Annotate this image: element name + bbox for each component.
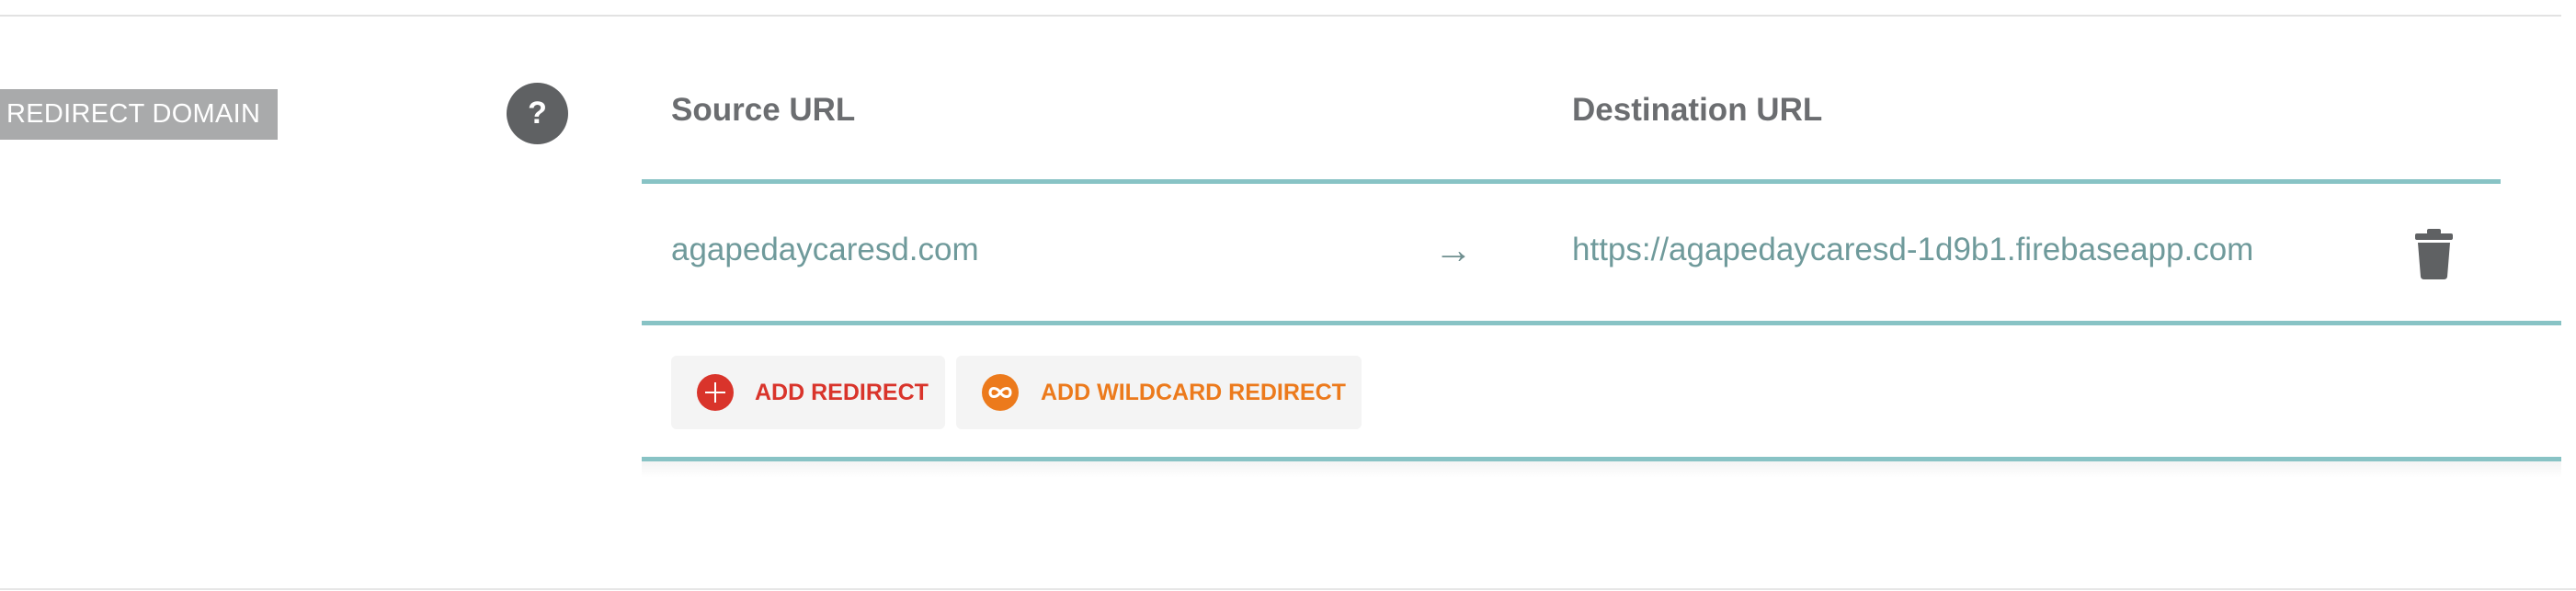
destination-url-value: https://agapedaycaresd-1d9b1.firebaseapp…	[1572, 232, 2254, 267]
trash-icon	[2415, 229, 2453, 279]
bottom-divider	[0, 588, 2576, 590]
infinity-circle-icon	[982, 374, 1019, 411]
redirect-domain-label: REDIRECT DOMAIN	[0, 89, 278, 140]
question-mark-icon: ?	[528, 96, 547, 131]
add-wildcard-redirect-button[interactable]: ADD WILDCARD REDIRECT	[956, 356, 1362, 429]
top-divider	[0, 15, 2561, 17]
destination-url-header: Destination URL	[1572, 92, 1823, 128]
source-url-value: agapedaycaresd.com	[671, 232, 979, 267]
arrow-right-icon: →	[1434, 228, 1473, 271]
add-wildcard-redirect-label: ADD WILDCARD REDIRECT	[1041, 380, 1346, 405]
header-divider	[642, 179, 2501, 184]
add-redirect-button[interactable]: ADD REDIRECT	[671, 356, 945, 429]
plus-circle-icon	[697, 374, 734, 411]
source-url-header: Source URL	[671, 92, 856, 128]
help-button[interactable]: ?	[507, 83, 568, 144]
actions-shadow	[642, 461, 2561, 478]
row-divider	[642, 321, 2561, 325]
add-redirect-label: ADD REDIRECT	[755, 380, 929, 405]
delete-redirect-button[interactable]	[2413, 225, 2455, 280]
